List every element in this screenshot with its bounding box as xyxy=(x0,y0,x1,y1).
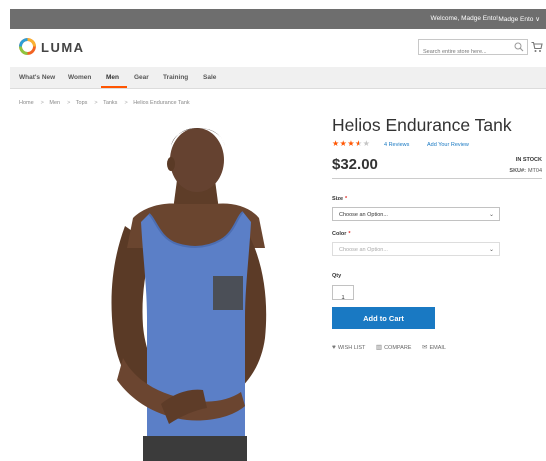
add-review-link[interactable]: Add Your Review xyxy=(427,142,469,148)
luma-logo-icon[interactable] xyxy=(19,38,36,55)
size-select-value: Choose an Option... xyxy=(339,212,388,218)
color-select[interactable]: Choose an Option... ⌄ xyxy=(332,242,500,256)
active-nav-indicator xyxy=(101,86,127,88)
heart-icon: ♥ xyxy=(332,344,336,351)
logo-text[interactable]: LUMA xyxy=(41,40,85,55)
color-select-value: Choose an Option... xyxy=(339,247,388,253)
breadcrumb-tops[interactable]: Tops xyxy=(76,100,88,106)
required-marker: * xyxy=(348,231,351,237)
site-header: LUMA xyxy=(10,29,546,67)
color-label-text: Color xyxy=(332,231,347,237)
compare-link[interactable]: ▥ COMPARE xyxy=(376,343,412,351)
product-image[interactable] xyxy=(95,118,295,461)
breadcrumb-separator: > xyxy=(40,100,44,106)
main-navigation: What's New Women Men Gear Training Sale xyxy=(10,67,546,89)
nav-item-training[interactable]: Training xyxy=(163,74,188,81)
breadcrumb-separator: > xyxy=(67,100,71,106)
email-link[interactable]: ✉ EMAIL xyxy=(422,343,446,351)
search-box[interactable] xyxy=(418,39,528,59)
rating-stars: ★★★★★ xyxy=(332,140,370,148)
search-icon[interactable] xyxy=(514,42,524,52)
breadcrumb: Home > Men > Tops > Tanks > Helios Endurance… xyxy=(19,100,193,106)
qty-field-box[interactable] xyxy=(332,285,354,305)
add-to-cart-button[interactable]: Add to Cart xyxy=(332,307,435,329)
size-label: Size * xyxy=(332,196,347,202)
compare-label: COMPARE xyxy=(384,345,412,351)
product-social-links: ♥ WISH LIST ▥ COMPARE ✉ EMAIL xyxy=(332,343,455,351)
wishlist-link[interactable]: ♥ WISH LIST xyxy=(332,344,365,351)
product-price: $32.00 xyxy=(332,156,378,173)
size-label-text: Size xyxy=(332,196,344,202)
cart-icon[interactable] xyxy=(531,41,543,53)
bar-chart-icon: ▥ xyxy=(375,344,383,351)
required-marker: * xyxy=(345,196,348,202)
nav-item-men[interactable]: Men xyxy=(106,74,119,81)
envelope-icon: ✉ xyxy=(422,344,428,351)
nav-item-whats-new[interactable]: What's New xyxy=(19,74,55,81)
nav-item-gear[interactable]: Gear xyxy=(134,74,149,81)
top-bar: Welcome, Madge Ento! Madge Ento ∨ xyxy=(10,9,546,29)
star-icon: ★ xyxy=(332,139,340,148)
sku-value: MT04 xyxy=(527,168,542,174)
nav-item-sale[interactable]: Sale xyxy=(203,74,216,81)
reviews-link[interactable]: 4 Reviews xyxy=(384,142,409,148)
sku-label: SKU#: xyxy=(509,168,526,174)
qty-label: Qty xyxy=(332,273,342,279)
breadcrumb-separator: > xyxy=(94,100,98,106)
qty-input[interactable] xyxy=(333,291,353,305)
breadcrumb-tanks[interactable]: Tanks xyxy=(103,100,117,106)
breadcrumb-home[interactable]: Home xyxy=(19,100,34,106)
product-sku: SKU#: MT04 xyxy=(509,168,542,174)
welcome-message: Welcome, Madge Ento! xyxy=(430,15,498,22)
breadcrumb-current: Helios Endurance Tank xyxy=(133,100,190,106)
star-icon: ★ xyxy=(347,139,356,148)
chevron-down-icon: ⌄ xyxy=(488,212,494,218)
divider xyxy=(332,178,542,179)
product-title: Helios Endurance Tank xyxy=(332,115,512,135)
breadcrumb-separator: > xyxy=(124,100,128,106)
breadcrumb-men[interactable]: Men xyxy=(49,100,60,106)
account-menu[interactable]: Madge Ento ∨ xyxy=(498,15,540,23)
wishlist-label: WISH LIST xyxy=(337,345,366,351)
nav-item-women[interactable]: Women xyxy=(68,74,91,81)
star-icon: ★ xyxy=(362,139,371,148)
size-select[interactable]: Choose an Option... ⌄ xyxy=(332,207,500,221)
chevron-down-icon: ⌄ xyxy=(488,247,494,253)
half-star-icon: ★ xyxy=(355,139,363,148)
email-label: EMAIL xyxy=(429,345,446,351)
search-input[interactable] xyxy=(419,45,511,59)
stock-status: IN STOCK xyxy=(515,157,542,163)
color-label: Color * xyxy=(332,231,351,237)
